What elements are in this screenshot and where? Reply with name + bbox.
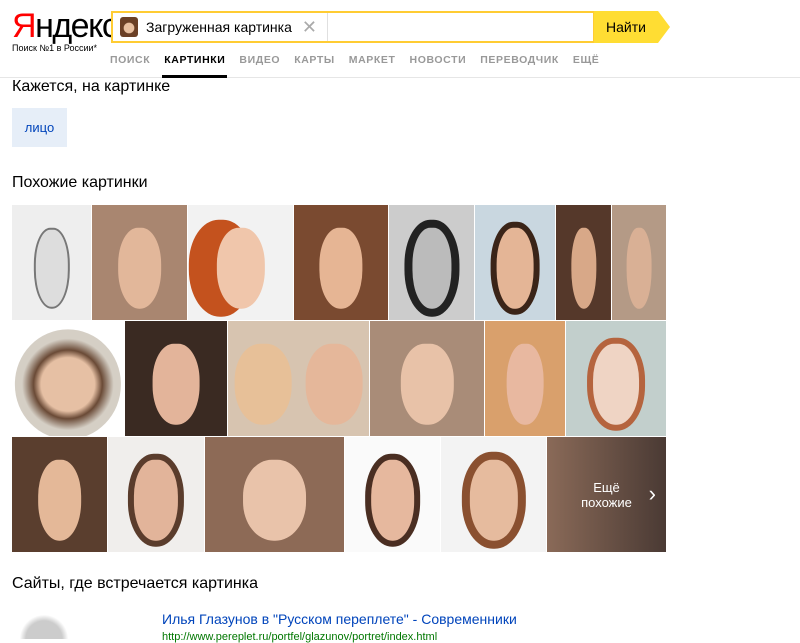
nav-video[interactable]: ВИДЕО <box>239 54 280 66</box>
similar-image[interactable] <box>205 437 344 552</box>
similar-image[interactable] <box>441 437 546 552</box>
similar-image[interactable] <box>345 437 440 552</box>
similar-image[interactable] <box>485 321 566 436</box>
tag-face[interactable]: лицо <box>12 108 67 147</box>
similar-images-grid: Ещё похожие › <box>12 205 666 553</box>
similar-image[interactable] <box>227 321 370 436</box>
similar-image[interactable] <box>92 205 187 320</box>
service-nav: ПОИСК КАРТИНКИ ВИДЕО КАРТЫ МАРКЕТ НОВОСТ… <box>110 54 600 78</box>
result-title-link[interactable]: Илья Глазунов в "Русском переплете" - Со… <box>162 611 517 627</box>
result-thumbnail[interactable] <box>14 612 74 639</box>
similar-image[interactable] <box>12 205 91 320</box>
slogan: Поиск №1 в России* <box>12 43 98 53</box>
nav-maps[interactable]: КАРТЫ <box>294 54 335 66</box>
similar-title: Похожие картинки <box>12 174 148 191</box>
more-similar-label: Ещё похожие <box>581 479 632 510</box>
header: Яндекс Поиск №1 в России* Загруженная ка… <box>0 0 800 78</box>
more-similar-button[interactable]: Ещё похожие › <box>547 437 666 552</box>
search-button[interactable]: Найти <box>594 11 670 43</box>
search-input[interactable]: Загруженная картинка ✕ <box>111 11 595 43</box>
tags-title: Кажется, на картинке <box>12 78 171 95</box>
nav-search[interactable]: ПОИСК <box>110 54 150 66</box>
similar-image[interactable] <box>612 205 666 320</box>
similar-image[interactable] <box>294 205 388 320</box>
nav-more[interactable]: ЕЩЁ <box>573 54 600 66</box>
similar-image[interactable] <box>12 437 107 552</box>
sites-title: Сайты, где встречается картинка <box>12 575 259 592</box>
similar-image[interactable] <box>556 205 611 320</box>
nav-market[interactable]: МАРКЕТ <box>349 54 396 66</box>
uploaded-image-thumbnail <box>120 17 138 37</box>
result-url[interactable]: http://www.pereplet.ru/portfel/glazunov/… <box>162 631 437 643</box>
similar-image[interactable] <box>12 321 124 436</box>
similar-image[interactable] <box>475 205 555 320</box>
similar-image[interactable] <box>124 321 227 436</box>
similar-image[interactable] <box>389 205 474 320</box>
similar-image[interactable] <box>370 321 485 436</box>
nav-news[interactable]: НОВОСТИ <box>410 54 467 66</box>
similar-image[interactable] <box>188 205 293 320</box>
nav-translate[interactable]: ПЕРЕВОДЧИК <box>480 54 559 66</box>
clear-icon[interactable]: ✕ <box>302 13 328 41</box>
similar-image[interactable] <box>566 321 666 436</box>
yandex-logo[interactable]: Яндекс <box>12 6 119 46</box>
similar-image[interactable] <box>108 437 204 552</box>
chevron-right-icon: › <box>648 481 656 506</box>
search-query: Загруженная картинка <box>146 19 292 35</box>
nav-images[interactable]: КАРТИНКИ <box>162 54 228 78</box>
